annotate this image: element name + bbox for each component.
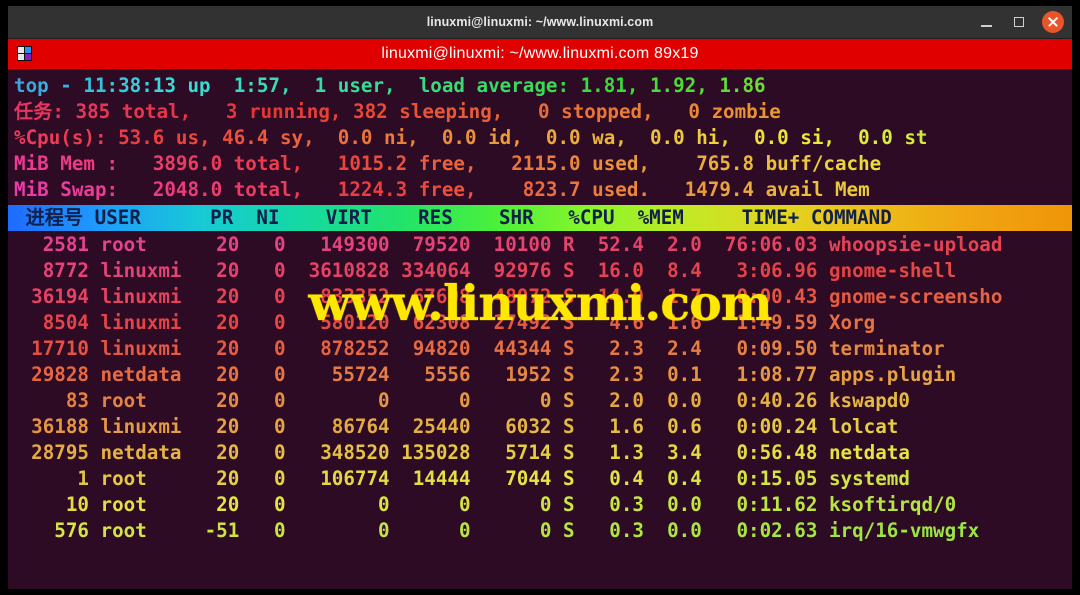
close-icon[interactable] <box>1042 11 1064 33</box>
terminal-content[interactable]: top - 11:38:13 up 1:57, 1 user, load ave… <box>8 70 1072 589</box>
process-row: 8772 linuxmi 20 0 3610828 334064 92976 S… <box>42 259 957 282</box>
window-controls <box>978 6 1064 38</box>
process-row: 36194 linuxmi 20 0 833352 67608 48072 S … <box>31 285 1003 308</box>
top-tasks-line: 任务: 385 total, 3 running, 382 sleeping, … <box>14 100 781 123</box>
window-titlebar: linuxmi@linuxmi: ~/www.linuxmi.com <box>8 6 1072 39</box>
process-table-body: 2581 root 20 0 149300 79520 10100 R 52.4… <box>8 232 1072 544</box>
process-row: 10 root 20 0 0 0 0 S 0.3 0.0 0:11.62 kso… <box>65 493 957 516</box>
process-row: 29828 netdata 20 0 55724 5556 1952 S 2.3… <box>31 363 957 386</box>
process-row: 576 root -51 0 0 0 0 S 0.3 0.0 0:02.63 i… <box>54 519 980 542</box>
process-row: 17710 linuxmi 20 0 878252 94820 44344 S … <box>31 337 945 360</box>
top-swap-line: MiB Swap: 2048.0 total, 1224.3 free, 823… <box>14 178 870 201</box>
process-row: 1 root 20 0 106774 14444 7044 S 0.4 0.4 … <box>77 467 910 490</box>
process-row: 8504 linuxmi 20 0 580120 62308 27492 S 4… <box>42 311 876 334</box>
process-table-header: 进程号 USER PR NI VIRT RES SHR %CPU %MEM TI… <box>8 205 1072 231</box>
process-row: 36188 linuxmi 20 0 86764 25440 6032 S 1.… <box>31 415 899 438</box>
terminal-window: linuxmi@linuxmi: ~/www.linuxmi.com linux… <box>8 6 1072 589</box>
minimize-icon[interactable] <box>978 13 996 31</box>
process-row: 83 root 20 0 0 0 0 S 2.0 0.0 0:40.26 ksw… <box>65 389 910 412</box>
top-uptime-line: top - 11:38:13 up 1:57, 1 user, load ave… <box>14 74 766 97</box>
terminal-tab-title: linuxmi@linuxmi: ~/www.linuxmi.com 89x19 <box>381 45 699 62</box>
process-row: 2581 root 20 0 149300 79520 10100 R 52.4… <box>42 233 1003 256</box>
top-cpu-line: %Cpu(s): 53.6 us, 46.4 sy, 0.0 ni, 0.0 i… <box>14 126 928 149</box>
terminal-tab-bar: linuxmi@linuxmi: ~/www.linuxmi.com 89x19 <box>8 39 1072 70</box>
process-row: 28795 netdata 20 0 348520 135028 5714 S … <box>31 441 910 464</box>
terminator-icon <box>17 46 32 61</box>
top-mem-line: MiB Mem : 3896.0 total, 1015.2 free, 211… <box>14 152 882 175</box>
window-title: linuxmi@linuxmi: ~/www.linuxmi.com <box>426 15 654 29</box>
maximize-icon[interactable] <box>1010 13 1028 31</box>
